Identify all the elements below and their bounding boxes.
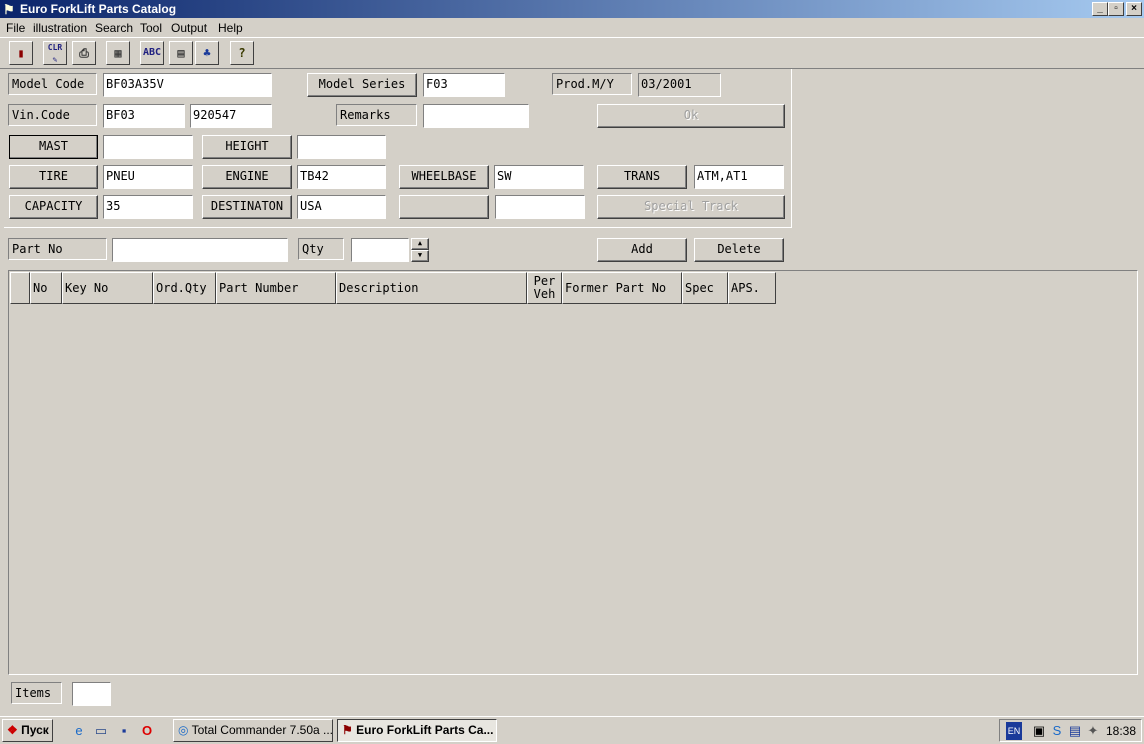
print-icon[interactable]: ⎙ — [72, 41, 96, 65]
tire-field[interactable]: PNEU — [103, 165, 193, 189]
qty-up-arrow-icon[interactable]: ▲ — [411, 238, 429, 250]
task-label: Euro ForkLift Parts Ca... — [356, 723, 494, 737]
network-icon[interactable]: ▣ — [1030, 722, 1048, 740]
destination-button[interactable]: DESTINATON — [202, 195, 292, 219]
calculator-icon[interactable]: ▦ — [106, 41, 130, 65]
mast-button[interactable]: MAST — [9, 135, 98, 159]
delete-button[interactable]: Delete — [694, 238, 784, 262]
mast-field[interactable] — [103, 135, 193, 159]
tire-button[interactable]: TIRE — [9, 165, 98, 189]
windows-flag-icon: ❖ — [7, 723, 18, 737]
height-button[interactable]: HEIGHT — [202, 135, 292, 159]
minimize-button[interactable]: _ — [1092, 2, 1108, 16]
spell-abc-icon[interactable]: ABC — [140, 41, 164, 65]
prod-my-label: Prod.M/Y — [552, 73, 632, 95]
start-button[interactable]: ❖ Пуск — [2, 719, 53, 742]
forklift-app-icon: ⚑ — [342, 723, 353, 737]
qty-field[interactable] — [351, 238, 409, 262]
wheelbase-field[interactable]: SW — [494, 165, 584, 189]
prod-my-field: 03/2001 — [638, 73, 721, 97]
column-header-per-veh[interactable]: Per Veh — [527, 272, 562, 304]
row-selector-header — [10, 272, 30, 304]
add-button[interactable]: Add — [597, 238, 687, 262]
model-series-button[interactable]: Model Series — [307, 73, 417, 97]
vin-code-label: Vin.Code — [8, 104, 97, 126]
vin-code-field-2[interactable]: 920547 — [190, 104, 272, 128]
taskbar-total-commander[interactable]: ◎ Total Commander 7.50a ... — [173, 719, 333, 742]
column-header-former-part-no[interactable]: Former Part No — [562, 272, 682, 304]
wheelbase-button[interactable]: WHEELBASE — [399, 165, 489, 189]
opera-icon[interactable]: O — [138, 722, 156, 740]
window-title: Euro ForkLift Parts Catalog — [20, 2, 177, 16]
engine-field[interactable]: TB42 — [297, 165, 386, 189]
column-header-part-number[interactable]: Part Number — [216, 272, 336, 304]
part-no-label: Part No — [8, 238, 107, 260]
system-tray: EN ▣ S ▤ ✦ 18:38 — [999, 719, 1142, 742]
help-icon[interactable]: ? — [230, 41, 254, 65]
ok-button[interactable]: Ok — [597, 104, 785, 128]
toolbar: ▮ CLR ✎ ⎙ ▦ ABC ▤ ♣ ? — [0, 37, 1144, 69]
menu-tool[interactable]: Tool — [140, 21, 162, 35]
taskbar-euro-forklift[interactable]: ⚑ Euro ForkLift Parts Ca... — [337, 719, 497, 742]
task-label: Total Commander 7.50a ... — [191, 723, 333, 737]
monitor-icon[interactable]: ▤ — [1066, 722, 1084, 740]
ie-icon[interactable]: e — [70, 722, 88, 740]
show-desktop-icon[interactable]: ▭ — [92, 722, 110, 740]
model-code-label: Model Code — [8, 73, 97, 95]
items-count-field — [72, 682, 111, 706]
clock: 18:38 — [1106, 724, 1137, 738]
trans-button[interactable]: TRANS — [597, 165, 687, 189]
column-header-spec[interactable]: Spec — [682, 272, 728, 304]
start-label: Пуск — [21, 723, 49, 737]
model-series-field[interactable]: F03 — [423, 73, 505, 97]
restore-button[interactable]: ▫ — [1108, 2, 1124, 16]
parts-grid[interactable]: No Key No Ord.Qty Part Number Descriptio… — [8, 270, 1138, 675]
column-header-aps[interactable]: APS. — [728, 272, 776, 304]
title-bar: ⚑ Euro ForkLift Parts Catalog _ ▫ × — [0, 0, 1144, 18]
app-icon: ⚑ — [3, 2, 15, 17]
destination-field[interactable]: USA — [297, 195, 386, 219]
qty-down-arrow-icon[interactable]: ▼ — [411, 250, 429, 262]
blank-option-field[interactable] — [495, 195, 585, 219]
blank-option-button[interactable] — [399, 195, 489, 219]
total-commander-icon: ◎ — [178, 723, 189, 737]
qty-spinner: ▲ ▼ — [411, 238, 429, 262]
column-header-description[interactable]: Description — [336, 272, 527, 304]
capacity-button[interactable]: CAPACITY — [9, 195, 98, 219]
height-field[interactable] — [297, 135, 386, 159]
part-no-field[interactable] — [112, 238, 288, 262]
close-button[interactable]: × — [1126, 2, 1142, 16]
column-header-key-no[interactable]: Key No — [62, 272, 153, 304]
engine-button[interactable]: ENGINE — [202, 165, 292, 189]
exit-door-icon[interactable]: ▮ — [9, 41, 33, 65]
vin-code-field-1[interactable]: BF03 — [103, 104, 185, 128]
qty-label: Qty — [298, 238, 344, 260]
tree-icon[interactable]: ♣ — [195, 41, 219, 65]
book-icon[interactable]: ▤ — [169, 41, 193, 65]
menu-help[interactable]: Help — [218, 21, 243, 35]
model-code-field[interactable]: BF03A35V — [103, 73, 272, 97]
column-header-ord-qty[interactable]: Ord.Qty — [153, 272, 216, 304]
capacity-field[interactable]: 35 — [103, 195, 193, 219]
menu-output[interactable]: Output — [171, 21, 207, 35]
clear-icon[interactable]: CLR ✎ — [43, 41, 67, 65]
language-indicator[interactable]: EN — [1006, 722, 1022, 740]
taskbar: ❖ Пуск e ▭ ▪ O ◎ Total Commander 7.50a .… — [0, 716, 1144, 744]
menu-search[interactable]: Search — [95, 21, 133, 35]
menu-file[interactable]: File — [6, 21, 25, 35]
trans-field[interactable]: ATM,AT1 — [694, 165, 784, 189]
save-icon[interactable]: ▪ — [115, 722, 133, 740]
skype-icon[interactable]: S — [1048, 722, 1066, 740]
items-label: Items — [11, 682, 62, 704]
menu-bar: File illustration Search Tool Output Hel… — [0, 19, 1144, 37]
column-header-no[interactable]: No — [30, 272, 62, 304]
settings-icon[interactable]: ✦ — [1084, 722, 1102, 740]
remarks-field[interactable] — [423, 104, 529, 128]
remarks-label: Remarks — [336, 104, 417, 126]
menu-illustration[interactable]: illustration — [33, 21, 87, 35]
special-track-button[interactable]: Special Track — [597, 195, 785, 219]
